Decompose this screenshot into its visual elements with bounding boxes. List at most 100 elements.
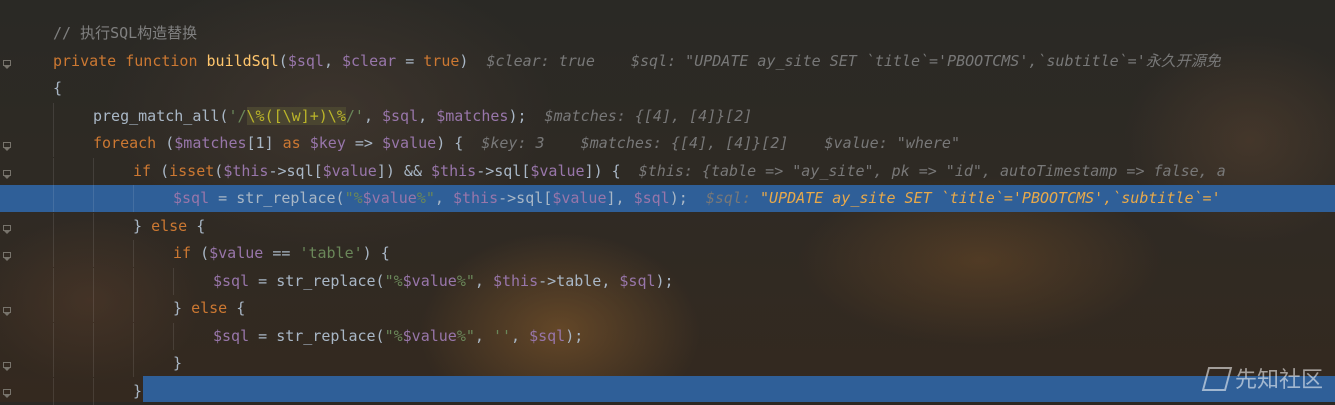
debug-inline-value: "UPDATE ay_site SET `title`='PBOOTCMS',`… [760,189,1221,207]
code-line-content: if (isset($this->sql[$value]) && $this->… [133,158,1226,185]
code-editor[interactable]: // 执行SQL构造替换 private function buildSql($s… [0,0,1335,405]
code-token: { [196,216,206,235]
indent-guide [133,267,134,295]
indent-guide [53,322,54,350]
code-token: ( [165,134,175,152]
code-token: ( [278,51,288,70]
code-line[interactable]: } [0,350,1335,377]
code-line-content: $sql = str_replace("%$value%", $this->ta… [213,268,674,295]
code-line[interactable]: { [0,75,1335,102]
indent-guide [53,130,54,157]
indent-guide [93,240,94,267]
debug-inline-value: $sql: [687,189,761,207]
code-line[interactable]: } else { [0,212,1335,240]
code-line[interactable]: if ($value == 'table') { [0,240,1335,267]
code-token: // 执行SQL构造替换 [53,24,198,42]
code-line-current[interactable]: $sql = str_replace("%$value%", $this->sq… [0,185,1335,212]
code-line[interactable]: } [0,377,1335,405]
code-token: ->sql[ [268,161,323,180]
code-line[interactable]: if (isset($this->sql[$value]) && $this->… [0,157,1335,185]
code-line[interactable]: $sql = str_replace("%$value%", '', $sql)… [0,322,1335,350]
code-token: ->sql[ [476,161,531,180]
indent-guide [53,350,54,377]
code-token: $sql [173,189,210,207]
code-line[interactable]: // 执行SQL构造替换 [0,20,1335,47]
code-token: buildSql [206,51,279,70]
code-token: %" [416,189,435,207]
xianzhi-logo-icon [1203,365,1229,391]
debug-inline-value: $clear: true $sql: "UPDATE ay_site SET `… [468,51,1221,70]
code-token: true [423,51,460,70]
code-token: %" [456,271,475,290]
indent-guide [173,267,174,295]
code-token: %" [456,326,475,345]
code-token: $sql [633,189,670,207]
indent-guide [133,185,134,212]
code-token: $value [530,161,585,180]
code-token: ); [655,271,674,290]
indent-guide [53,240,54,267]
code-token: $this [452,189,499,207]
debug-inline-value: $key: 3 $matches: {[4], [4]}[2] $value: … [463,134,960,152]
code-line[interactable]: foreach ($matches[1] as $key => $value) … [0,130,1335,157]
indent-guide [133,322,134,350]
code-token: ->sql[ [498,189,553,207]
code-token: ], [606,189,634,207]
code-line-content: private function buildSql($sql, $clear =… [53,48,1221,75]
code-token: ); [508,106,527,125]
code-line-content: foreach ($matches[1] as $key => $value) … [93,130,960,157]
indent-guide [173,322,174,350]
debug-inline-value: $this: {table => "ay_site", pk => "id", … [620,161,1226,180]
code-token: preg_match_all( [93,106,229,125]
code-token: = str_replace( [249,271,385,290]
code-line-content: if ($value == 'table') { [173,240,390,267]
code-token: '/ [228,106,247,125]
code-token: = str_replace( [249,326,385,345]
code-line[interactable]: private function buildSql($sql, $clear =… [0,48,1335,75]
code-token: $sql [382,106,419,125]
code-token: = [396,51,424,70]
indent-guide [53,212,54,240]
code-token: $sql [619,271,656,290]
code-token: $this [431,161,477,180]
code-line[interactable]: $sql = str_replace("%$value%", $this->ta… [0,267,1335,295]
code-line-content: } [173,350,182,377]
code-line-content: } else { [173,295,245,322]
debug-inline-value: $matches: {[4], [4]}[2] [526,106,753,125]
code-token: { [236,299,246,317]
code-token: , [434,189,453,207]
code-token: $value [402,326,457,345]
code-token: $value [322,161,377,180]
code-line-content: { [53,75,62,102]
code-line-content: } [133,378,142,405]
code-line-content: $sql = str_replace("%$value%", '', $sql)… [213,323,583,350]
code-token: ]) { [584,161,621,180]
indent-guide [133,240,134,267]
indent-guide [53,102,54,130]
code-line-content: // 执行SQL构造替换 [53,20,197,47]
code-token: $value [209,244,264,262]
code-token: [1] [246,134,283,152]
code-token: /' [345,106,364,125]
code-token: } [173,354,183,372]
code-token: $matches [436,106,509,125]
code-token: } [133,381,143,400]
indent-guide [93,185,94,212]
code-token: else [191,299,237,317]
code-token: ->table, [538,271,620,290]
code-token: $this [223,161,269,180]
code-line[interactable]: preg_match_all('/\%([\w]+)\%/', $sql, $m… [0,102,1335,130]
code-token: , [474,271,493,290]
code-token: ) { [436,134,464,152]
indent-guide [93,322,94,350]
code-token: } [133,216,152,235]
code-token: if [133,161,161,180]
code-token: ( [214,161,224,180]
code-token: == [263,244,300,262]
indent-guide [93,267,94,295]
indent-guide [93,377,94,405]
code-token: function [125,51,207,70]
code-token: , [323,51,342,70]
code-line[interactable]: } else { [0,295,1335,322]
indent-guide [133,295,134,322]
